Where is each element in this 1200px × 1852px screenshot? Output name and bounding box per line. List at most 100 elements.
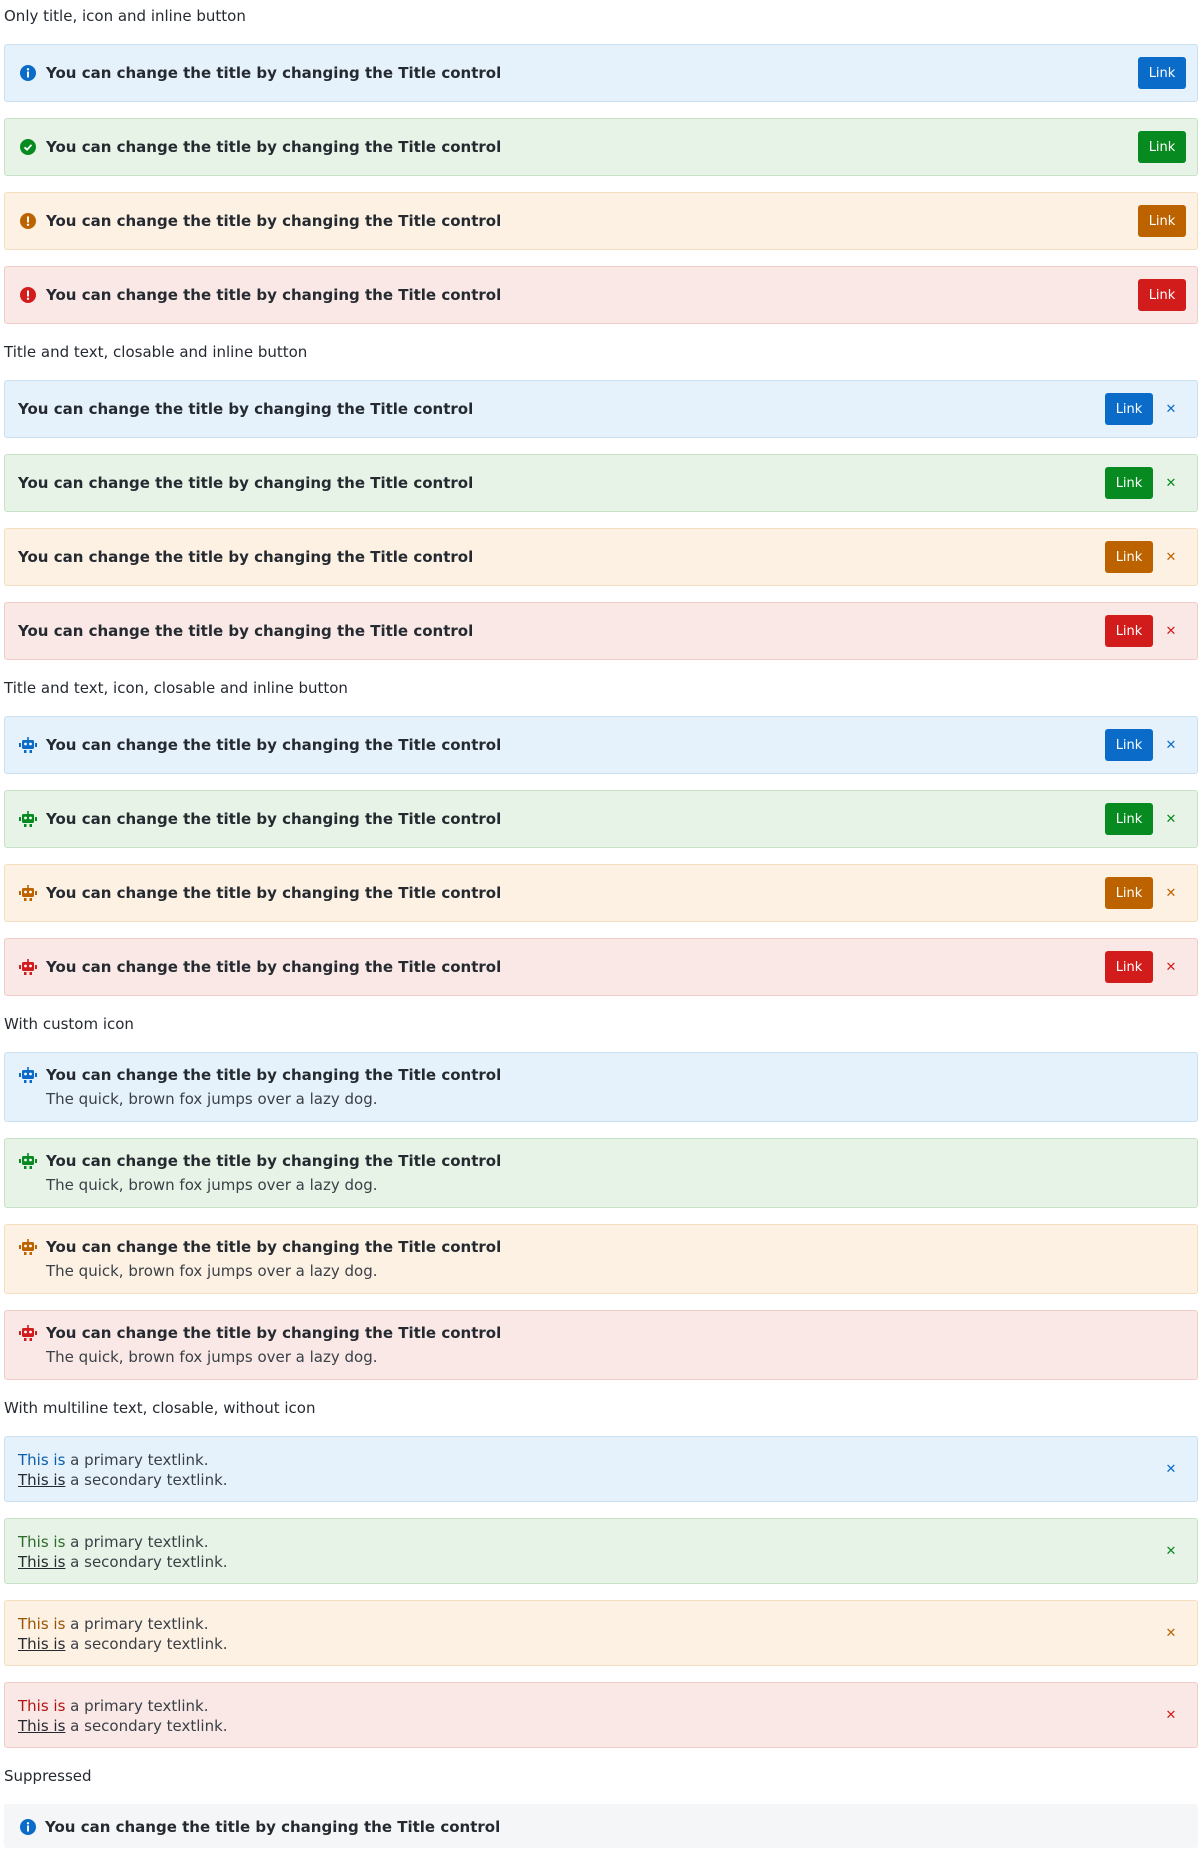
link-button[interactable]: Link bbox=[1105, 541, 1153, 573]
alert-warning: You can change the title by changing the… bbox=[4, 1224, 1198, 1294]
section-title-title-text-icon-closable-button: Title and text, icon, closable and inlin… bbox=[4, 679, 348, 697]
alert-body-text: The quick, brown fox jumps over a lazy d… bbox=[46, 1262, 378, 1280]
section-title-suppressed: Suppressed bbox=[4, 1767, 92, 1785]
link-button[interactable]: Link bbox=[1105, 803, 1153, 835]
alert-critical: You can change the title by changing the… bbox=[4, 602, 1198, 660]
close-icon[interactable]: ✕ bbox=[1161, 1459, 1181, 1479]
alert-circle-icon bbox=[19, 212, 37, 230]
alert-body-text: The quick, brown fox jumps over a lazy d… bbox=[46, 1176, 378, 1194]
robot-icon bbox=[19, 1324, 37, 1342]
alert-title: You can change the title by changing the… bbox=[46, 884, 502, 902]
alert-warning: You can change the title by changing the… bbox=[4, 528, 1198, 586]
close-icon[interactable]: ✕ bbox=[1161, 1623, 1181, 1643]
alert-title: You can change the title by changing the… bbox=[46, 138, 502, 156]
link-button[interactable]: Link bbox=[1105, 877, 1153, 909]
information-circle-icon bbox=[19, 1818, 37, 1836]
robot-icon bbox=[19, 810, 37, 828]
close-icon[interactable]: ✕ bbox=[1161, 809, 1181, 829]
secondary-line: This is a secondary textlink. bbox=[18, 1552, 228, 1572]
alert-body-text: The quick, brown fox jumps over a lazy d… bbox=[46, 1090, 378, 1108]
alert-warning: You can change the title by changing the… bbox=[4, 864, 1198, 922]
alert-title: You can change the title by changing the… bbox=[46, 1066, 502, 1084]
primary-line: This is a primary textlink. bbox=[18, 1532, 209, 1552]
link-button[interactable]: Link bbox=[1138, 57, 1186, 89]
check-circle-icon bbox=[19, 138, 37, 156]
primary-textlink[interactable]: This is bbox=[18, 1615, 65, 1633]
alert-title: You can change the title by changing the… bbox=[46, 958, 502, 976]
alert-title: You can change the title by changing the… bbox=[46, 1238, 502, 1256]
primary-line-text: a primary textlink. bbox=[65, 1615, 209, 1633]
close-icon[interactable]: ✕ bbox=[1161, 735, 1181, 755]
section-title-title-text-closable-button: Title and text, closable and inline butt… bbox=[4, 343, 308, 361]
robot-icon bbox=[19, 1152, 37, 1170]
link-button[interactable]: Link bbox=[1138, 279, 1186, 311]
robot-icon bbox=[19, 1066, 37, 1084]
close-icon[interactable]: ✕ bbox=[1161, 399, 1181, 419]
alert-warning: You can change the title by changing the… bbox=[4, 192, 1198, 250]
alert-title: You can change the title by changing the… bbox=[46, 64, 502, 82]
alert-success: You can change the title by changing the… bbox=[4, 790, 1198, 848]
alert-title: You can change the title by changing the… bbox=[46, 286, 502, 304]
primary-textlink[interactable]: This is bbox=[18, 1451, 65, 1469]
alert-body-text: The quick, brown fox jumps over a lazy d… bbox=[46, 1348, 378, 1366]
link-button[interactable]: Link bbox=[1105, 393, 1153, 425]
secondary-textlink[interactable]: This is bbox=[18, 1553, 65, 1571]
alert-title: You can change the title by changing the… bbox=[46, 212, 502, 230]
close-icon[interactable]: ✕ bbox=[1161, 957, 1181, 977]
primary-line: This is a primary textlink. bbox=[18, 1450, 209, 1470]
close-icon[interactable]: ✕ bbox=[1161, 621, 1181, 641]
link-button[interactable]: Link bbox=[1138, 131, 1186, 163]
primary-textlink[interactable]: This is bbox=[18, 1533, 65, 1551]
alert-success: You can change the title by changing the… bbox=[4, 118, 1198, 176]
robot-icon bbox=[19, 736, 37, 754]
link-button[interactable]: Link bbox=[1105, 467, 1153, 499]
link-button[interactable]: Link bbox=[1105, 615, 1153, 647]
secondary-textlink[interactable]: This is bbox=[18, 1471, 65, 1489]
primary-textlink[interactable]: This is bbox=[18, 1697, 65, 1715]
secondary-line-text: a secondary textlink. bbox=[65, 1717, 228, 1735]
alert-success: You can change the title by changing the… bbox=[4, 454, 1198, 512]
alert-critical: This is a primary textlink. This is a se… bbox=[4, 1682, 1198, 1748]
alert-title: You can change the title by changing the… bbox=[18, 400, 474, 418]
secondary-line-text: a secondary textlink. bbox=[65, 1471, 228, 1489]
alert-success: You can change the title by changing the… bbox=[4, 1138, 1198, 1208]
secondary-line-text: a secondary textlink. bbox=[65, 1635, 228, 1653]
link-button[interactable]: Link bbox=[1138, 205, 1186, 237]
alert-suppressed: You can change the title by changing the… bbox=[4, 1804, 1198, 1848]
alert-title: You can change the title by changing the… bbox=[46, 1324, 502, 1342]
section-title-multiline-closable: With multiline text, closable, without i… bbox=[4, 1399, 316, 1417]
alert-info: You can change the title by changing the… bbox=[4, 44, 1198, 102]
robot-icon bbox=[19, 958, 37, 976]
information-circle-icon bbox=[19, 64, 37, 82]
robot-icon bbox=[19, 884, 37, 902]
secondary-line-text: a secondary textlink. bbox=[65, 1553, 228, 1571]
link-button[interactable]: Link bbox=[1105, 951, 1153, 983]
alert-info: This is a primary textlink. This is a se… bbox=[4, 1436, 1198, 1502]
alert-critical: You can change the title by changing the… bbox=[4, 266, 1198, 324]
alert-title: You can change the title by changing the… bbox=[46, 810, 502, 828]
close-icon[interactable]: ✕ bbox=[1161, 1705, 1181, 1725]
robot-icon bbox=[19, 1238, 37, 1256]
secondary-line: This is a secondary textlink. bbox=[18, 1634, 228, 1654]
secondary-textlink[interactable]: This is bbox=[18, 1717, 65, 1735]
primary-line-text: a primary textlink. bbox=[65, 1451, 209, 1469]
close-icon[interactable]: ✕ bbox=[1161, 473, 1181, 493]
primary-line: This is a primary textlink. bbox=[18, 1696, 209, 1716]
link-button[interactable]: Link bbox=[1105, 729, 1153, 761]
alert-title: You can change the title by changing the… bbox=[18, 474, 474, 492]
alert-info: You can change the title by changing the… bbox=[4, 716, 1198, 774]
primary-line-text: a primary textlink. bbox=[65, 1533, 209, 1551]
section-title-custom-icon: With custom icon bbox=[4, 1015, 134, 1033]
alert-title: You can change the title by changing the… bbox=[46, 1152, 502, 1170]
secondary-line: This is a secondary textlink. bbox=[18, 1470, 228, 1490]
alert-title: You can change the title by changing the… bbox=[46, 736, 502, 754]
close-icon[interactable]: ✕ bbox=[1161, 883, 1181, 903]
close-icon[interactable]: ✕ bbox=[1161, 1541, 1181, 1561]
alert-info: You can change the title by changing the… bbox=[4, 1052, 1198, 1122]
alert-critical: You can change the title by changing the… bbox=[4, 938, 1198, 996]
close-icon[interactable]: ✕ bbox=[1161, 547, 1181, 567]
alert-success: This is a primary textlink. This is a se… bbox=[4, 1518, 1198, 1584]
alert-title: You can change the title by changing the… bbox=[18, 548, 474, 566]
secondary-textlink[interactable]: This is bbox=[18, 1635, 65, 1653]
alert-info: You can change the title by changing the… bbox=[4, 380, 1198, 438]
